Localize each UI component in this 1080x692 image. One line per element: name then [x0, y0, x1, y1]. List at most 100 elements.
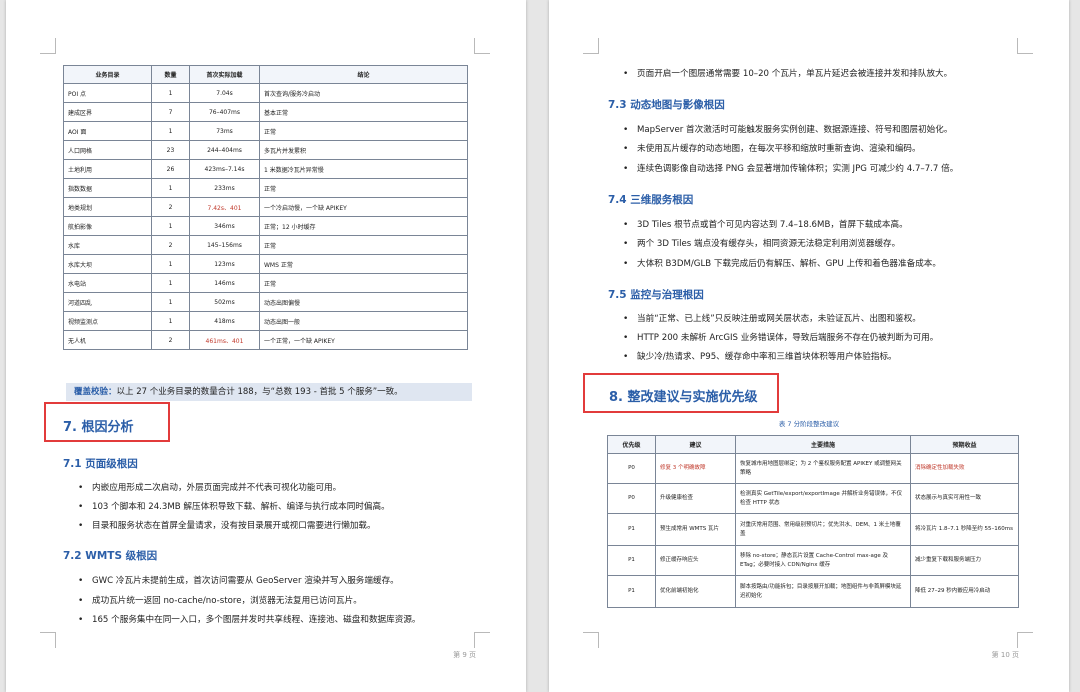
load-time-cell: 7.42s、401 [189, 197, 260, 217]
table-row: P1 预生成常用 WMTS 瓦片 对重庆常用范围、常用级别预切片；优先洪水、DEM、… [607, 513, 1019, 546]
conclusion-cell: 正常 [259, 178, 468, 198]
crop-mark [40, 632, 56, 648]
count-cell: 2 [151, 235, 190, 255]
table-row: 指数数据 1 233ms 正常 [63, 178, 468, 198]
coverage-label: 覆盖校验： [74, 387, 117, 397]
table-caption: 表 7 分阶段整改建议 [778, 420, 840, 428]
list-item: • 大体积 B3DM/GLB 下载完成后仍有解压、解析、GPU 上传和着色器准备成… [623, 259, 941, 269]
list-item: • 当前“正常、已上线”只反映注册或网关层状态，未验证瓦片、出图和鉴权。 [623, 314, 921, 324]
table-row: P0 修复 3 个明确故障 恢复城市用地图层绑定；为 2 个鉴权服务配置 APIKE… [607, 453, 1019, 484]
list-item: • 内嵌应用形成二次启动，外层页面完成并不代表可视化功能可用。 [78, 483, 342, 493]
list-item: • 165 个服务集中在同一入口，多个图层并发时共享线程、连接池、磁盘和数据库资源… [78, 615, 421, 625]
advice-cell: 升级健康检查 [655, 483, 736, 514]
table-row: 土地利用 26 423ms–7.14s 1 米数据冷瓦片异常慢 [63, 159, 468, 179]
crop-mark [474, 38, 490, 54]
table-header-row: 业务目录 数量 首次实际加载 结论 [63, 65, 468, 84]
crop-mark [1017, 38, 1033, 54]
load-time-cell: 123ms [189, 254, 260, 274]
section-7-4-title: 7.4 三维服务根因 [608, 194, 694, 206]
conclusion-cell: 正常 [259, 273, 468, 293]
section-7-5-title: 7.5 监控与治理根因 [608, 289, 704, 301]
load-time-cell: 461ms、401 [189, 330, 260, 350]
list-item: • 103 个脚本和 24.3MB 解压体积导致下载、解析、编译与执行成本同时偏高… [78, 502, 390, 512]
list-item: • GWC 冷瓦片未提前生成，首次访问需要从 GeoServer 渲染并写入服务端… [78, 576, 399, 586]
load-time-cell: 76–407ms [189, 102, 260, 122]
list-item: • 3D Tiles 根节点或首个可见内容达到 7.4–18.6MB，首屏下载成本… [623, 220, 908, 230]
catalog-name-cell: 水库大坝 [63, 254, 152, 274]
load-time-cell: 73ms [189, 121, 260, 141]
document-page-right: • 页面开启一个图层通常需要 10–20 个瓦片，单瓦片延迟会被连接并发和排队放大… [549, 0, 1069, 692]
count-cell: 7 [151, 102, 190, 122]
table-row: POI 点 1 7.04s 首次查询/服务冷启动 [63, 83, 468, 103]
count-cell: 1 [151, 216, 190, 236]
measures-cell: 脚本按路由/功能拆包；目录按展开加载；地图组件与非首屏模块延迟初始化 [735, 575, 911, 608]
load-time-cell: 145–156ms [189, 235, 260, 255]
table-row: 河道四乱 1 502ms 动态出图偏慢 [63, 292, 468, 312]
table-row: AOI 面 1 73ms 正常 [63, 121, 468, 141]
table-row: 视频监测点 1 418ms 动态出图一般 [63, 311, 468, 331]
list-item: • 目录和服务状态在首屏全量请求，没有按目录展开或视口需要进行懒加载。 [78, 521, 376, 531]
load-time-cell: 346ms [189, 216, 260, 236]
count-cell: 1 [151, 83, 190, 103]
catalog-name-cell: POI 点 [63, 83, 152, 103]
page-number: 第 10 页 [991, 651, 1019, 659]
conclusion-cell: 正常；12 小时缓存 [259, 216, 468, 236]
conclusion-cell: 动态出图一般 [259, 311, 468, 331]
count-cell: 1 [151, 292, 190, 312]
table-row: 无人机 2 461ms、401 一个正常，一个缺 APIKEY [63, 330, 468, 350]
advice-cell: 修正缓存响应头 [655, 545, 736, 576]
conclusion-cell: 1 米数据冷瓦片异常慢 [259, 159, 468, 179]
benefit-cell: 消除确定性加载失败 [910, 453, 1019, 484]
benefit-cell: 将冷瓦片 1.8–7.1 秒降至约 55–160ms [910, 513, 1019, 546]
priority-cell: P0 [607, 483, 656, 514]
section-8-title: 8. 整改建议与实施优先级 [609, 390, 758, 405]
conclusion-cell: 一个正常，一个缺 APIKEY [259, 330, 468, 350]
advice-cell: 优化前端初始化 [655, 575, 736, 608]
section-7-2-title: 7.2 WMTS 级根因 [63, 550, 158, 562]
section-7-1-title: 7.1 页面级根因 [63, 458, 138, 470]
priority-cell: P0 [607, 453, 656, 484]
count-cell: 26 [151, 159, 190, 179]
catalog-name-cell: 地类规划 [63, 197, 152, 217]
conclusion-cell: 多瓦片并发累积 [259, 140, 468, 160]
measures-cell: 移除 no-store；静态瓦片设置 Cache-Control max-age… [735, 545, 911, 576]
catalog-name-cell: 河道四乱 [63, 292, 152, 312]
column-header: 建议 [655, 435, 736, 454]
conclusion-cell: 基本正常 [259, 102, 468, 122]
count-cell: 2 [151, 330, 190, 350]
count-cell: 1 [151, 311, 190, 331]
table-row: 地类规划 2 7.42s、401 一个冷启动慢，一个缺 APIKEY [63, 197, 468, 217]
remediation-table: 优先级 建议 主要措施 预期收益 P0 修复 3 个明确故障 恢复城市用地图层绑定；为 2… [607, 435, 1019, 608]
list-item: • 连续色调影像自动选择 PNG 会显著增加传输体积；实测 JPG 可减少约 4.… [623, 164, 959, 174]
load-time-cell: 418ms [189, 311, 260, 331]
benefit-cell: 降低 27–29 秒内嵌应用冷启动 [910, 575, 1019, 608]
load-time-cell: 7.04s [189, 83, 260, 103]
column-header: 结论 [259, 65, 468, 84]
load-time-cell: 244–404ms [189, 140, 260, 160]
count-cell: 2 [151, 197, 190, 217]
conclusion-cell: 正常 [259, 235, 468, 255]
catalog-name-cell: 水电站 [63, 273, 152, 293]
column-header: 主要措施 [735, 435, 911, 454]
advice-cell: 修复 3 个明确故障 [655, 453, 736, 484]
table-row: 建成区界 7 76–407ms 基本正常 [63, 102, 468, 122]
table-row: 人口网格 23 244–404ms 多瓦片并发累积 [63, 140, 468, 160]
crop-mark [583, 632, 599, 648]
count-cell: 1 [151, 178, 190, 198]
measures-cell: 对重庆常用范围、常用级别预切片；优先洪水、DEM、1 米土地覆盖 [735, 513, 911, 546]
list-item: • 缺少冷/热请求、P95、缓存命中率和三维首块体积等用户体验指标。 [623, 352, 897, 362]
priority-cell: P1 [607, 575, 656, 608]
count-cell: 1 [151, 121, 190, 141]
catalog-name-cell: 航拍影像 [63, 216, 152, 236]
benefit-cell: 减少重复下载和服务端压力 [910, 545, 1019, 576]
priority-cell: P1 [607, 545, 656, 576]
table-row: 水库大坝 1 123ms WMS 正常 [63, 254, 468, 274]
list-item: • HTTP 200 未解析 ArcGIS 业务错误体，导致后端服务不存在仍被判断… [623, 333, 939, 343]
catalog-name-cell: 视频监测点 [63, 311, 152, 331]
measures-cell: 恢复城市用地图层绑定；为 2 个鉴权服务配置 APIKEY 或调整网关策略 [735, 453, 911, 484]
crop-mark [474, 632, 490, 648]
priority-cell: P1 [607, 513, 656, 546]
catalog-name-cell: AOI 面 [63, 121, 152, 141]
conclusion-cell: 首次查询/服务冷启动 [259, 83, 468, 103]
catalog-name-cell: 指数数据 [63, 178, 152, 198]
